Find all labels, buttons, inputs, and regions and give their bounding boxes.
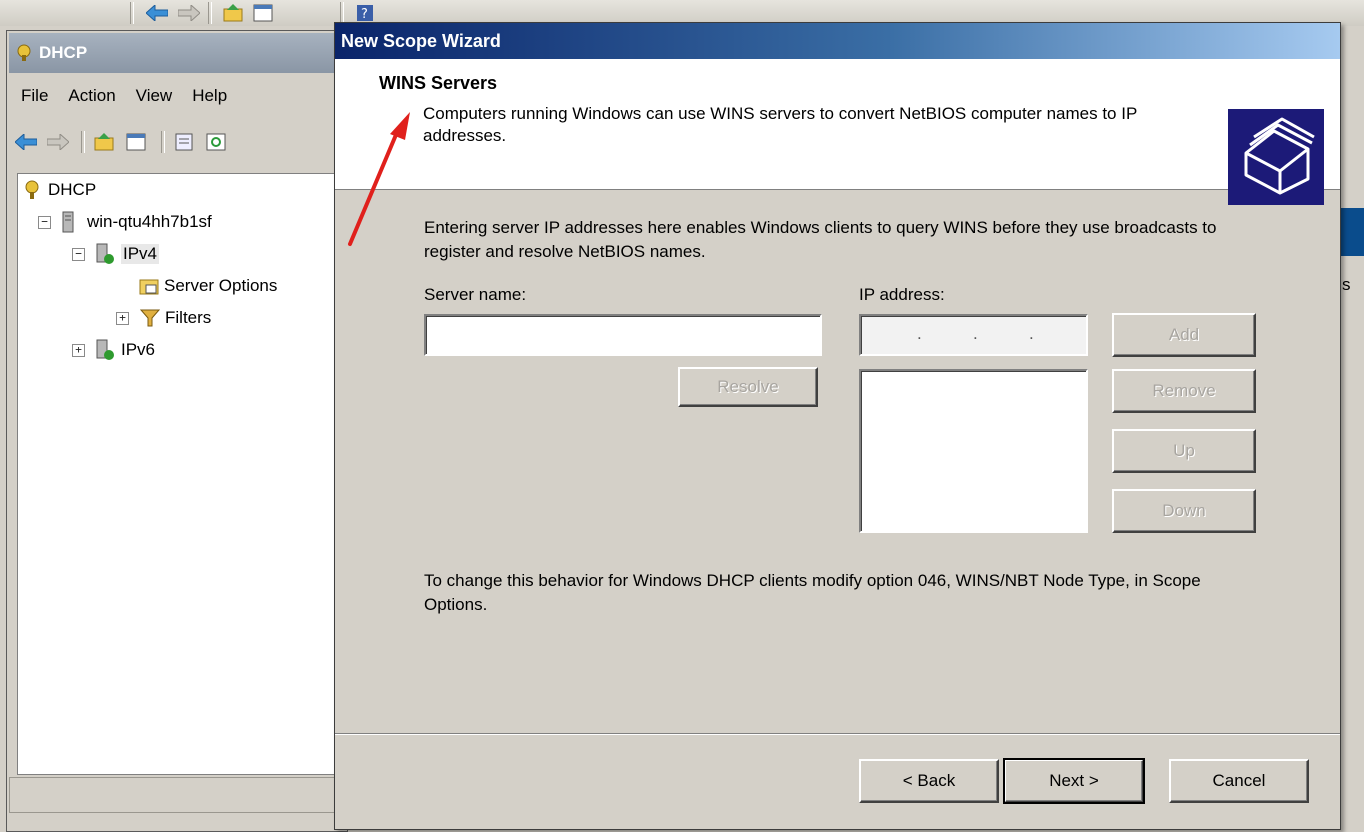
refresh-icon[interactable] <box>203 131 229 153</box>
new-scope-wizard-dialog: New Scope Wizard WINS Servers Computers … <box>334 22 1341 830</box>
status-bar <box>9 777 343 813</box>
server-name-label: Server name: <box>424 285 527 304</box>
ipv4-server-icon <box>95 243 115 265</box>
menu-view[interactable]: View <box>126 86 183 106</box>
server-icon <box>61 211 81 233</box>
dhcp-title-bar: DHCP <box>9 33 347 73</box>
tree-item-label: IPv4 <box>121 244 160 264</box>
tree-item-dhcp[interactable]: DHCP <box>22 176 96 204</box>
filter-icon <box>139 307 161 329</box>
menu-file[interactable]: File <box>11 86 58 106</box>
dhcp-console-window: DHCP File Action View Help DHCP − win-qt… <box>6 30 348 832</box>
forward-arrow-icon[interactable] <box>45 131 71 153</box>
toolbar-separator <box>130 2 134 24</box>
back-button[interactable]: < Back <box>859 759 999 803</box>
resolve-button[interactable]: Resolve <box>678 367 818 407</box>
page-title: WINS Servers <box>379 73 498 93</box>
folders-icon <box>1228 109 1324 205</box>
expand-icon[interactable]: + <box>72 343 85 357</box>
down-button[interactable]: Down <box>1112 489 1256 533</box>
ip-octet-separator: . <box>1029 324 1034 343</box>
tree-item-label: DHCP <box>48 180 97 199</box>
show-hide-tree-icon[interactable] <box>250 2 276 24</box>
console-tree: DHCP − win-qtu4hh7b1sf − IPv4 Server Opt… <box>17 173 348 775</box>
details-pane-header <box>1340 208 1364 256</box>
up-folder-icon[interactable] <box>91 131 117 153</box>
tree-item-ipv6[interactable]: + IPv6 <box>72 336 155 364</box>
page-subtitle: Computers running Windows can use WINS s… <box>423 104 1137 145</box>
collapse-icon[interactable]: − <box>72 247 85 261</box>
console-toolbar <box>11 121 347 165</box>
ip-address-input[interactable]: . . . <box>859 314 1088 356</box>
wins-server-ip-list[interactable] <box>859 369 1088 533</box>
ip-octet-separator: . <box>917 324 922 343</box>
tree-item-label: IPv6 <box>121 340 156 359</box>
forward-arrow-icon[interactable] <box>176 2 202 24</box>
details-pane-text: s <box>1342 275 1351 294</box>
properties-icon[interactable] <box>171 131 197 153</box>
toolbar-separator <box>208 2 212 24</box>
show-hide-tree-icon[interactable] <box>123 131 149 153</box>
next-button[interactable]: Next > <box>1003 758 1145 804</box>
menu-action[interactable]: Action <box>58 86 125 106</box>
tree-item-label: win-qtu4hh7b1sf <box>87 212 212 231</box>
details-pane-edge <box>1340 170 1364 770</box>
tree-item-server[interactable]: − win-qtu4hh7b1sf <box>38 208 212 236</box>
up-button[interactable]: Up <box>1112 429 1256 473</box>
toolbar-separator <box>81 131 85 153</box>
dhcp-window-title: DHCP <box>39 43 88 62</box>
wizard-title-bar[interactable]: New Scope Wizard <box>335 23 1340 59</box>
menu-help[interactable]: Help <box>182 86 237 106</box>
expand-icon[interactable]: + <box>116 311 129 325</box>
add-button[interactable]: Add <box>1112 313 1256 357</box>
collapse-icon[interactable]: − <box>38 215 51 229</box>
tree-item-label: Filters <box>165 308 212 327</box>
up-folder-icon[interactable] <box>220 2 246 24</box>
dhcp-icon <box>22 179 42 201</box>
wizard-title: New Scope Wizard <box>341 30 501 51</box>
toolbar-separator <box>340 2 344 24</box>
intro-text: Entering server IP addresses here enable… <box>424 218 1217 261</box>
remove-button[interactable]: Remove <box>1112 369 1256 413</box>
footer-divider <box>335 733 1340 735</box>
tree-item-filters[interactable]: + Filters <box>116 304 211 332</box>
dhcp-app-icon <box>15 44 33 62</box>
ipv6-server-icon <box>95 339 115 361</box>
svg-text:?: ? <box>361 7 368 22</box>
server-name-input[interactable] <box>424 314 824 356</box>
server-name-textbox[interactable] <box>426 316 824 356</box>
tree-item-ipv4[interactable]: − IPv4 <box>72 240 160 268</box>
ip-address-label: IP address: <box>859 285 945 304</box>
cancel-button[interactable]: Cancel <box>1169 759 1309 803</box>
help-icon[interactable]: ? <box>352 2 378 24</box>
menu-bar: File Action View Help <box>11 81 347 111</box>
scope-options-note: To change this behavior for Windows DHCP… <box>424 571 1201 614</box>
tree-item-server-options[interactable]: Server Options <box>138 272 277 300</box>
back-arrow-icon[interactable] <box>13 131 39 153</box>
tree-item-label: Server Options <box>164 276 278 295</box>
server-options-icon <box>138 275 159 297</box>
back-arrow-icon[interactable] <box>144 2 170 24</box>
toolbar-separator <box>161 131 165 153</box>
ip-octet-separator: . <box>973 324 978 343</box>
